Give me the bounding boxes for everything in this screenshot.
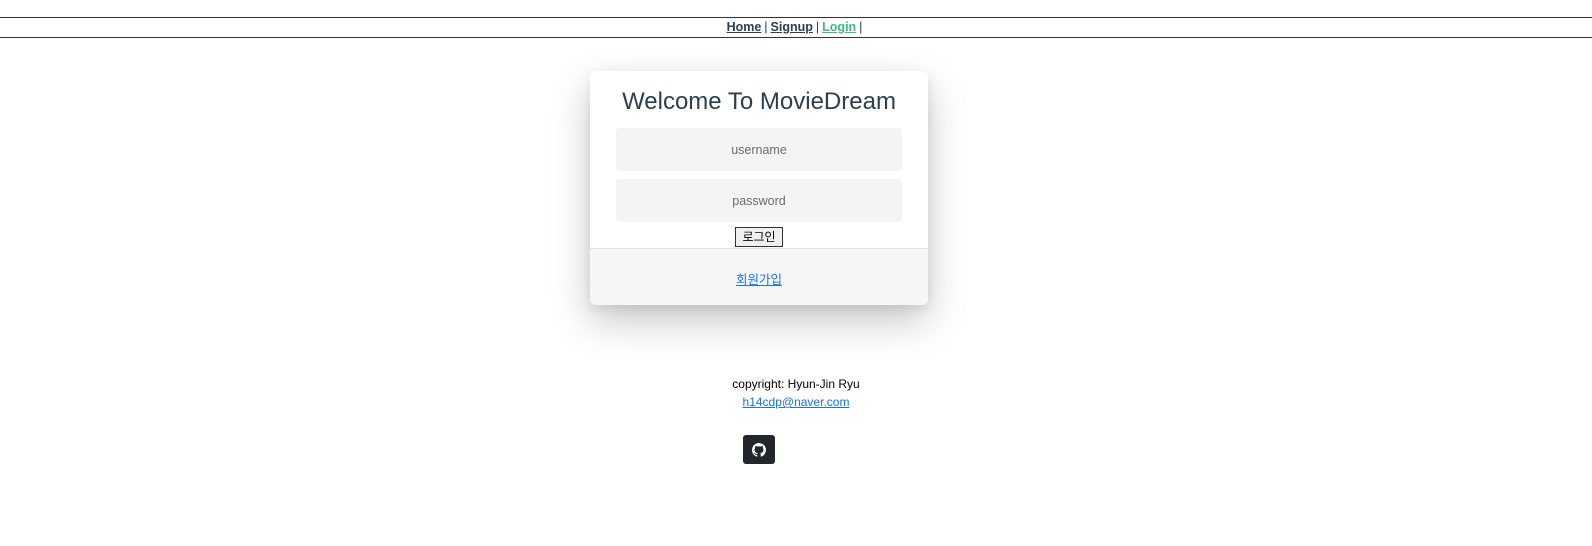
nav-separator: |: [764, 20, 768, 34]
login-button[interactable]: 로그인: [735, 227, 783, 247]
nav-separator: |: [859, 20, 863, 34]
login-card: Welcome To MovieDream 로그인 회원가입: [590, 71, 928, 305]
password-input[interactable]: [616, 179, 902, 222]
nav-login-link[interactable]: Login: [822, 20, 856, 34]
login-title: Welcome To MovieDream: [622, 88, 896, 115]
top-nav: Home | Signup | Login |: [0, 17, 1592, 38]
card-footer: 회원가입: [590, 248, 928, 305]
username-input[interactable]: [616, 128, 902, 171]
signup-link[interactable]: 회원가입: [736, 269, 782, 288]
email-link[interactable]: h14cdp@naver.com: [743, 395, 850, 409]
github-icon: [752, 442, 766, 457]
nav-separator: |: [815, 20, 820, 34]
nav-signup-link[interactable]: Signup: [771, 20, 813, 34]
copyright-text: copyright: Hyun-Jin Ryu: [732, 377, 860, 391]
nav-home-link[interactable]: Home: [727, 20, 762, 34]
page-footer: copyright: Hyun-Jin Ryu h14cdp@naver.com: [0, 377, 1592, 411]
github-button[interactable]: [743, 435, 775, 464]
